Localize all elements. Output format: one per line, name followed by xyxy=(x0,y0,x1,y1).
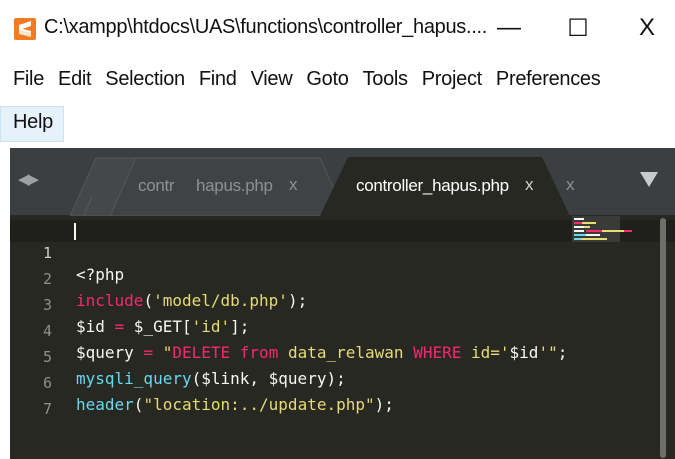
tab-controller-hapus-close-icon[interactable]: x xyxy=(525,175,534,195)
tab-hapus-close-icon[interactable]: x xyxy=(289,175,298,195)
code-line: 2 include('model/db.php'); xyxy=(10,246,675,310)
sublime-text-icon xyxy=(14,18,36,40)
tab-controller-hapus-label[interactable]: controller_hapus.php xyxy=(356,176,509,196)
menu-project[interactable]: Project xyxy=(415,64,489,100)
tab-nav-arrows-icon[interactable]: ◀▶ xyxy=(18,170,39,188)
menu-help[interactable]: Help xyxy=(0,106,64,142)
menu-file[interactable]: File xyxy=(0,64,51,100)
code-line: 5 mysqli_query($link, $query); xyxy=(10,324,675,388)
menu-edit[interactable]: Edit xyxy=(51,64,98,100)
window-title: C:\xampp\htdocs\UAS\functions\controller… xyxy=(44,16,488,38)
minimap[interactable] xyxy=(572,216,650,242)
code-line: 6 header("location:../update.php"); xyxy=(10,350,675,414)
code-line: 3 $id = $_GET['id']; xyxy=(10,272,675,336)
tab-extra-close-icon[interactable]: x xyxy=(566,175,575,195)
code-editor[interactable]: 1 <?php 2 include('model/db.php'); 3 $id… xyxy=(10,216,675,459)
menu-row-1: File Edit Selection Find View Goto Tools… xyxy=(0,64,607,100)
tab-partial-label[interactable]: contr xyxy=(138,176,175,196)
code-line: 4 $query = "DELETE from data_relawan WHE… xyxy=(10,298,675,362)
menu-tools[interactable]: Tools xyxy=(356,64,415,100)
tab-hapus-label[interactable]: hapus.php xyxy=(196,176,273,196)
title-bar: C:\xampp\htdocs\UAS\functions\controller… xyxy=(0,0,675,58)
tab-bar: ◀▶ contr hapus.php x controller_hapus.ph… xyxy=(10,148,675,216)
code-line: 7 xyxy=(10,376,675,418)
menu-bar: File Edit Selection Find View Goto Tools… xyxy=(0,62,675,144)
text-cursor xyxy=(74,223,76,240)
vertical-scrollbar[interactable] xyxy=(660,218,666,458)
close-button[interactable]: X xyxy=(624,8,670,48)
menu-row-2: Help xyxy=(0,106,64,142)
menu-find[interactable]: Find xyxy=(192,64,244,100)
menu-view[interactable]: View xyxy=(244,64,300,100)
minimize-button[interactable]: — xyxy=(486,8,532,48)
line-number: 7 xyxy=(42,400,52,418)
menu-goto[interactable]: Goto xyxy=(299,64,355,100)
tab-list-dropdown-icon[interactable] xyxy=(640,172,658,187)
maximize-button[interactable]: ☐ xyxy=(555,8,601,48)
menu-selection[interactable]: Selection xyxy=(98,64,192,100)
menu-preferences[interactable]: Preferences xyxy=(489,64,608,100)
